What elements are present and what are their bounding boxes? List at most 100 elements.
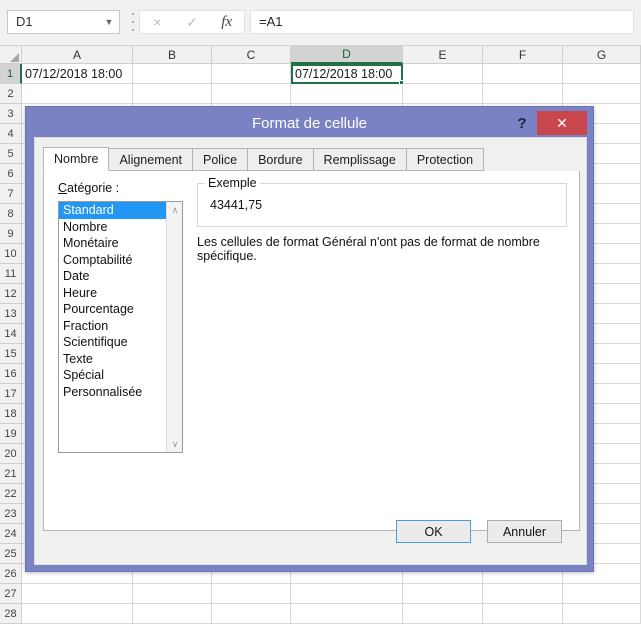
cell-e27[interactable] [403, 584, 483, 604]
column-header-g[interactable]: G [563, 46, 641, 64]
cell-c1[interactable] [212, 64, 291, 84]
column-header-e[interactable]: E [403, 46, 483, 64]
row-header-13[interactable]: 13 [0, 304, 22, 324]
row-header-18[interactable]: 18 [0, 404, 22, 424]
category-item-mon-taire[interactable]: Monétaire [59, 235, 167, 252]
row-header-11[interactable]: 11 [0, 264, 22, 284]
category-item-date[interactable]: Date [59, 268, 167, 285]
cancel-formula-icon[interactable]: × [140, 11, 175, 33]
cell-g28[interactable] [563, 604, 641, 624]
category-item-personnalis-e[interactable]: Personnalisée [59, 384, 167, 401]
category-list-items: Standard Nombre Monétaire Comptabilité Date H… [59, 202, 167, 452]
tab-alignement[interactable]: Alignement [108, 148, 194, 171]
row-header-19[interactable]: 19 [0, 424, 22, 444]
category-item-heure[interactable]: Heure [59, 285, 167, 302]
dialog-title-bar[interactable]: Format de cellule ? ✕ [26, 107, 593, 141]
column-header-b[interactable]: B [133, 46, 212, 64]
row-header-3[interactable]: 3 [0, 104, 22, 124]
row-header-25[interactable]: 25 [0, 544, 22, 564]
column-header-a[interactable]: A [22, 46, 133, 64]
row-header-12[interactable]: 12 [0, 284, 22, 304]
tab-bordure[interactable]: Bordure [247, 148, 314, 171]
tab-nombre[interactable]: Nombre [43, 147, 110, 171]
cell-d27[interactable] [291, 584, 403, 604]
row-header-21[interactable]: 21 [0, 464, 22, 484]
formula-input[interactable]: =A1 [250, 10, 634, 34]
row-header-1[interactable]: 1 [0, 64, 22, 84]
confirm-formula-icon[interactable]: ✓ [175, 11, 210, 33]
category-scrollbar[interactable]: ∧ ∨ [166, 202, 182, 452]
cell-b1[interactable] [133, 64, 212, 84]
row-header-16[interactable]: 16 [0, 364, 22, 384]
category-item-sp-cial[interactable]: Spécial [59, 367, 167, 384]
row-header-5[interactable]: 5 [0, 144, 22, 164]
ok-button[interactable]: OK [396, 520, 471, 543]
cell-c28[interactable] [212, 604, 291, 624]
category-item-nombre[interactable]: Nombre [59, 219, 167, 236]
cell-f1[interactable] [483, 64, 563, 84]
row-header-24[interactable]: 24 [0, 524, 22, 544]
category-item-comptabilit-[interactable]: Comptabilité [59, 252, 167, 269]
close-icon[interactable]: ✕ [537, 111, 587, 135]
select-all-corner[interactable] [0, 46, 22, 64]
column-header-c[interactable]: C [212, 46, 291, 64]
cell-d28[interactable] [291, 604, 403, 624]
cell-e1[interactable] [403, 64, 483, 84]
cell-a27[interactable] [22, 584, 133, 604]
row-header-10[interactable]: 10 [0, 244, 22, 264]
category-item-pourcentage[interactable]: Pourcentage [59, 301, 167, 318]
cell-c27[interactable] [212, 584, 291, 604]
category-item-texte[interactable]: Texte [59, 351, 167, 368]
category-item-scientifique[interactable]: Scientifique [59, 334, 167, 351]
cell-g27[interactable] [563, 584, 641, 604]
cell-f2[interactable] [483, 84, 563, 104]
tab-remplissage[interactable]: Remplissage [312, 148, 407, 171]
cell-f27[interactable] [483, 584, 563, 604]
cancel-button[interactable]: Annuler [487, 520, 562, 543]
chevron-down-icon[interactable]: ▼ [99, 17, 119, 27]
fill-handle[interactable] [399, 80, 404, 85]
insert-function-icon[interactable]: fx [209, 11, 244, 33]
row-header-23[interactable]: 23 [0, 504, 22, 524]
row-header-6[interactable]: 6 [0, 164, 22, 184]
cell-b27[interactable] [133, 584, 212, 604]
column-header-d[interactable]: D [291, 46, 403, 64]
row-header-2[interactable]: 2 [0, 84, 22, 104]
row-header-14[interactable]: 14 [0, 324, 22, 344]
cell-e28[interactable] [403, 604, 483, 624]
scroll-down-icon[interactable]: ∨ [167, 436, 182, 452]
cell-b28[interactable] [133, 604, 212, 624]
cell-d2[interactable] [291, 84, 403, 104]
cell-b2[interactable] [133, 84, 212, 104]
tab-protection[interactable]: Protection [405, 148, 485, 171]
cell-c2[interactable] [212, 84, 291, 104]
selected-cell-D1[interactable]: 07/12/2018 18:00 [291, 64, 403, 84]
row-header-8[interactable]: 8 [0, 204, 22, 224]
cell-f28[interactable] [483, 604, 563, 624]
dialog-footer: OK Annuler [35, 504, 586, 564]
row-header-26[interactable]: 26 [0, 564, 22, 584]
cell-a2[interactable] [22, 84, 133, 104]
row-header-4[interactable]: 4 [0, 124, 22, 144]
row-header-17[interactable]: 17 [0, 384, 22, 404]
name-box[interactable]: D1 ▼ [7, 10, 120, 34]
column-header-f[interactable]: F [483, 46, 563, 64]
category-item-fraction[interactable]: Fraction [59, 318, 167, 335]
row-header-20[interactable]: 20 [0, 444, 22, 464]
cell-a28[interactable] [22, 604, 133, 624]
row-header-9[interactable]: 9 [0, 224, 22, 244]
category-listbox[interactable]: Standard Nombre Monétaire Comptabilité Date H… [58, 201, 183, 453]
row-header-7[interactable]: 7 [0, 184, 22, 204]
category-item-standard[interactable]: Standard [59, 202, 167, 219]
tab-police[interactable]: Police [192, 148, 249, 171]
cell-e2[interactable] [403, 84, 483, 104]
row-header-22[interactable]: 22 [0, 484, 22, 504]
cell-g1[interactable] [563, 64, 641, 84]
row-header-28[interactable]: 28 [0, 604, 22, 624]
help-icon[interactable]: ? [512, 113, 532, 133]
row-header-27[interactable]: 27 [0, 584, 22, 604]
cell-a1[interactable]: 07/12/2018 18:00 [22, 64, 133, 84]
scroll-up-icon[interactable]: ∧ [167, 202, 182, 218]
cell-g2[interactable] [563, 84, 641, 104]
row-header-15[interactable]: 15 [0, 344, 22, 364]
